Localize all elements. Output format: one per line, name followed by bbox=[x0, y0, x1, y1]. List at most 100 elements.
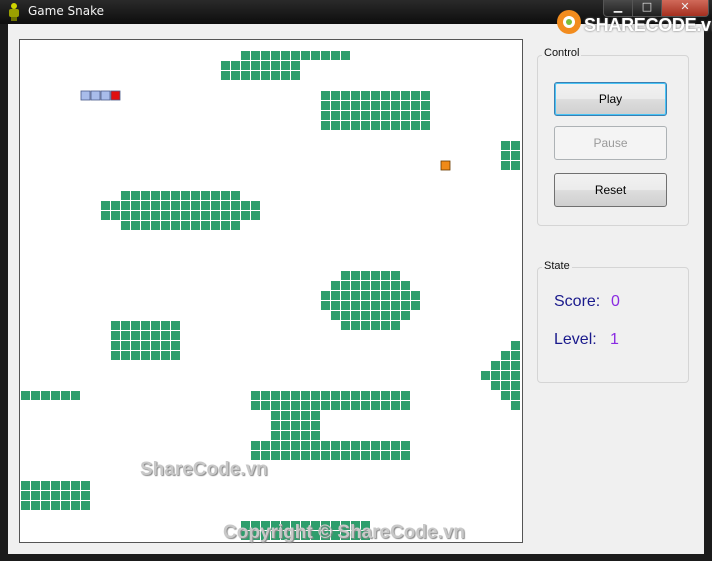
wall-cell bbox=[291, 411, 300, 420]
wall-cell bbox=[311, 391, 320, 400]
wall-cell bbox=[501, 371, 510, 380]
wall-cell bbox=[131, 351, 140, 360]
play-button[interactable]: Play bbox=[554, 82, 667, 116]
wall-cell bbox=[391, 111, 400, 120]
wall-cell bbox=[121, 221, 130, 230]
wall-cell bbox=[231, 61, 240, 70]
wall-cell bbox=[131, 211, 140, 220]
wall-cell bbox=[111, 321, 120, 330]
game-board-canvas bbox=[21, 51, 520, 540]
wall-cell bbox=[271, 421, 280, 430]
wall-cell bbox=[391, 391, 400, 400]
wall-cell bbox=[111, 201, 120, 210]
wall-cell bbox=[51, 481, 60, 490]
wall-cell bbox=[221, 61, 230, 70]
wall-cell bbox=[301, 441, 310, 450]
wall-cell bbox=[351, 111, 360, 120]
wall-cell bbox=[131, 331, 140, 340]
score-label: Score: bbox=[554, 293, 601, 310]
sharecode-logo-icon bbox=[557, 10, 581, 34]
wall-cell bbox=[491, 371, 500, 380]
wall-cell bbox=[501, 361, 510, 370]
wall-cell bbox=[291, 441, 300, 450]
wall-cell bbox=[511, 371, 520, 380]
wall-cell bbox=[271, 51, 280, 60]
wall-cell bbox=[111, 351, 120, 360]
wall-cell bbox=[511, 361, 520, 370]
wall-cell bbox=[231, 191, 240, 200]
wall-cell bbox=[301, 451, 310, 460]
wall-cell bbox=[401, 121, 410, 130]
wall-cell bbox=[121, 321, 130, 330]
wall-cell bbox=[371, 281, 380, 290]
wall-cell bbox=[101, 211, 110, 220]
wall-cell bbox=[251, 201, 260, 210]
reset-button[interactable]: Reset bbox=[554, 173, 667, 207]
wall-cell bbox=[201, 191, 210, 200]
wall-cell bbox=[391, 271, 400, 280]
game-board[interactable] bbox=[19, 39, 523, 543]
wall-cell bbox=[251, 441, 260, 450]
wall-cell bbox=[351, 401, 360, 410]
wall-cell bbox=[331, 311, 340, 320]
wall-cell bbox=[71, 391, 80, 400]
wall-cell bbox=[421, 91, 430, 100]
control-caption: Control bbox=[542, 47, 582, 59]
wall-cell bbox=[141, 201, 150, 210]
wall-cell bbox=[271, 431, 280, 440]
wall-cell bbox=[511, 401, 520, 410]
wall-cell bbox=[281, 71, 290, 80]
wall-cell bbox=[111, 341, 120, 350]
wall-cell bbox=[271, 451, 280, 460]
wall-cell bbox=[341, 91, 350, 100]
copyright-watermark: Copyright © ShareCode.vn bbox=[223, 522, 466, 543]
wall-cell bbox=[261, 61, 270, 70]
wall-cell bbox=[401, 91, 410, 100]
wall-cell bbox=[281, 451, 290, 460]
wall-cell bbox=[331, 301, 340, 310]
wall-cell bbox=[171, 191, 180, 200]
wall-cell bbox=[41, 491, 50, 500]
wall-cell bbox=[161, 201, 170, 210]
wall-cell bbox=[181, 221, 190, 230]
wall-cell bbox=[371, 121, 380, 130]
wall-cell bbox=[71, 491, 80, 500]
wall-cell bbox=[371, 401, 380, 410]
pause-button[interactable]: Pause bbox=[554, 126, 667, 160]
food-item bbox=[440, 160, 451, 171]
wall-cell bbox=[361, 301, 370, 310]
wall-cell bbox=[341, 311, 350, 320]
wall-cell bbox=[481, 371, 490, 380]
wall-cell bbox=[321, 301, 330, 310]
wall-cell bbox=[331, 401, 340, 410]
wall-cell bbox=[261, 391, 270, 400]
wall-cell bbox=[251, 391, 260, 400]
wall-cell bbox=[261, 441, 270, 450]
wall-cell bbox=[361, 401, 370, 410]
wall-cell bbox=[361, 271, 370, 280]
wall-cell bbox=[351, 91, 360, 100]
wall-cell bbox=[151, 321, 160, 330]
wall-cell bbox=[231, 211, 240, 220]
wall-cell bbox=[171, 331, 180, 340]
wall-cell bbox=[31, 481, 40, 490]
wall-cell bbox=[301, 391, 310, 400]
wall-cell bbox=[211, 191, 220, 200]
wall-cell bbox=[501, 161, 510, 170]
wall-cell bbox=[261, 71, 270, 80]
wall-cell bbox=[291, 51, 300, 60]
wall-cell bbox=[351, 291, 360, 300]
wall-cell bbox=[311, 401, 320, 410]
wall-cell bbox=[281, 401, 290, 410]
state-group bbox=[537, 267, 689, 383]
wall-cell bbox=[381, 321, 390, 330]
wall-cell bbox=[341, 321, 350, 330]
wall-cell bbox=[401, 101, 410, 110]
wall-cell bbox=[161, 191, 170, 200]
wall-cell bbox=[351, 451, 360, 460]
wall-cell bbox=[191, 211, 200, 220]
state-caption: State bbox=[542, 260, 572, 272]
wall-cell bbox=[171, 351, 180, 360]
wall-cell bbox=[411, 91, 420, 100]
wall-cell bbox=[401, 281, 410, 290]
